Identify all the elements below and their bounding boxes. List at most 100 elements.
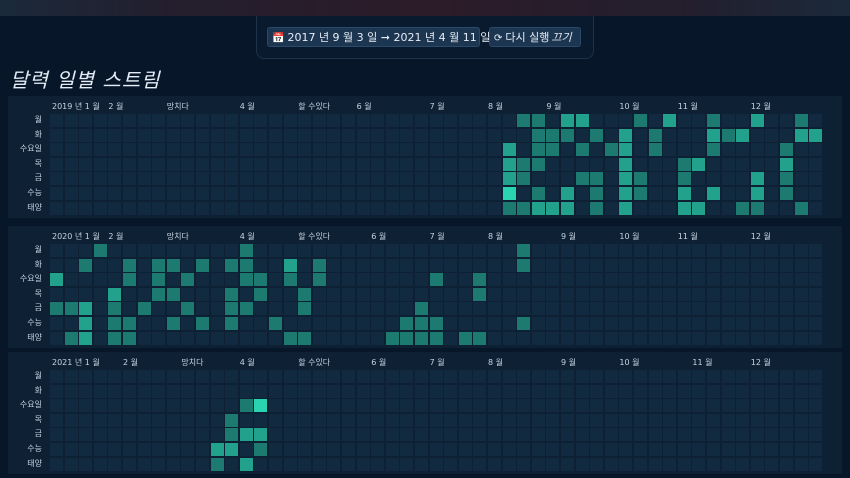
day-cell[interactable] xyxy=(298,370,312,383)
day-cell[interactable] xyxy=(707,331,720,345)
day-cell[interactable] xyxy=(736,302,750,316)
day-cell[interactable] xyxy=(648,302,662,316)
day-cell[interactable] xyxy=(225,258,239,272)
day-cell[interactable] xyxy=(254,443,268,456)
day-cell[interactable] xyxy=(750,114,764,127)
date-range-button[interactable]: 📅 2017 년 9 월 3 일 ➞ 2021 년 4 월 11 일 xyxy=(267,27,490,47)
day-cell[interactable] xyxy=(327,114,341,127)
day-cell[interactable] xyxy=(298,187,312,200)
day-cell[interactable] xyxy=(561,128,574,142)
day-cell[interactable] xyxy=(196,201,209,215)
day-cell[interactable] xyxy=(531,143,545,157)
day-cell[interactable] xyxy=(604,143,618,157)
day-cell[interactable] xyxy=(794,443,808,456)
day-cell[interactable] xyxy=(137,317,151,330)
day-cell[interactable] xyxy=(765,457,779,471)
day-cell[interactable] xyxy=(356,384,370,398)
day-cell[interactable] xyxy=(50,273,63,287)
day-cell[interactable] xyxy=(444,128,458,142)
day-cell[interactable] xyxy=(736,331,750,345)
day-cell[interactable] xyxy=(269,128,282,142)
day-cell[interactable] xyxy=(590,399,604,413)
day-cell[interactable] xyxy=(137,443,151,456)
day-cell[interactable] xyxy=(50,399,63,413)
day-cell[interactable] xyxy=(721,201,735,215)
day-cell[interactable] xyxy=(575,399,589,413)
day-cell[interactable] xyxy=(166,172,180,186)
day-cell[interactable] xyxy=(692,287,706,301)
day-cell[interactable] xyxy=(400,258,414,272)
day-cell[interactable] xyxy=(93,201,107,215)
day-cell[interactable] xyxy=(181,331,195,345)
day-cell[interactable] xyxy=(239,399,253,413)
day-cell[interactable] xyxy=(137,258,151,272)
day-cell[interactable] xyxy=(64,457,78,471)
day-cell[interactable] xyxy=(371,317,385,330)
day-cell[interactable] xyxy=(93,399,107,413)
day-cell[interactable] xyxy=(692,244,706,257)
day-cell[interactable] xyxy=(79,331,93,345)
day-cell[interactable] xyxy=(356,370,370,383)
day-cell[interactable] xyxy=(50,143,63,157)
day-cell[interactable] xyxy=(765,331,779,345)
day-cell[interactable] xyxy=(64,443,78,456)
day-cell[interactable] xyxy=(531,244,545,257)
day-cell[interactable] xyxy=(794,244,808,257)
day-cell[interactable] xyxy=(721,399,735,413)
day-cell[interactable] xyxy=(50,157,63,171)
day-cell[interactable] xyxy=(458,187,472,200)
day-cell[interactable] xyxy=(342,302,355,316)
day-cell[interactable] xyxy=(736,428,750,442)
day-cell[interactable] xyxy=(137,128,151,142)
day-cell[interactable] xyxy=(780,413,793,427)
day-cell[interactable] xyxy=(707,413,720,427)
day-cell[interactable] xyxy=(604,187,618,200)
day-cell[interactable] xyxy=(298,157,312,171)
day-cell[interactable] xyxy=(531,172,545,186)
day-cell[interactable] xyxy=(794,370,808,383)
day-cell[interactable] xyxy=(590,128,604,142)
day-cell[interactable] xyxy=(225,244,239,257)
day-cell[interactable] xyxy=(298,172,312,186)
day-cell[interactable] xyxy=(517,399,531,413)
day-cell[interactable] xyxy=(517,317,531,330)
day-cell[interactable] xyxy=(137,331,151,345)
day-cell[interactable] xyxy=(269,370,282,383)
day-cell[interactable] xyxy=(312,172,326,186)
day-cell[interactable] xyxy=(561,244,574,257)
day-cell[interactable] xyxy=(196,244,209,257)
day-cell[interactable] xyxy=(429,114,443,127)
day-cell[interactable] xyxy=(79,157,93,171)
day-cell[interactable] xyxy=(721,128,735,142)
day-cell[interactable] xyxy=(429,443,443,456)
day-cell[interactable] xyxy=(356,443,370,456)
day-cell[interactable] xyxy=(327,317,341,330)
day-cell[interactable] xyxy=(634,384,647,398)
day-cell[interactable] xyxy=(50,114,63,127)
day-cell[interactable] xyxy=(561,114,574,127)
day-cell[interactable] xyxy=(298,273,312,287)
day-cell[interactable] xyxy=(707,157,720,171)
day-cell[interactable] xyxy=(79,384,93,398)
day-cell[interactable] xyxy=(502,370,516,383)
day-cell[interactable] xyxy=(590,287,604,301)
day-cell[interactable] xyxy=(342,428,355,442)
day-cell[interactable] xyxy=(196,172,209,186)
day-cell[interactable] xyxy=(429,201,443,215)
day-cell[interactable] xyxy=(298,457,312,471)
day-cell[interactable] xyxy=(531,317,545,330)
day-cell[interactable] xyxy=(765,244,779,257)
day-cell[interactable] xyxy=(561,413,574,427)
day-cell[interactable] xyxy=(50,457,63,471)
day-cell[interactable] xyxy=(415,172,428,186)
day-cell[interactable] xyxy=(590,114,604,127)
day-cell[interactable] xyxy=(93,258,107,272)
day-cell[interactable] xyxy=(64,244,78,257)
day-cell[interactable] xyxy=(692,201,706,215)
day-cell[interactable] xyxy=(794,331,808,345)
day-cell[interactable] xyxy=(371,384,385,398)
day-cell[interactable] xyxy=(181,413,195,427)
day-cell[interactable] xyxy=(108,244,122,257)
day-cell[interactable] xyxy=(707,187,720,200)
day-cell[interactable] xyxy=(546,457,560,471)
